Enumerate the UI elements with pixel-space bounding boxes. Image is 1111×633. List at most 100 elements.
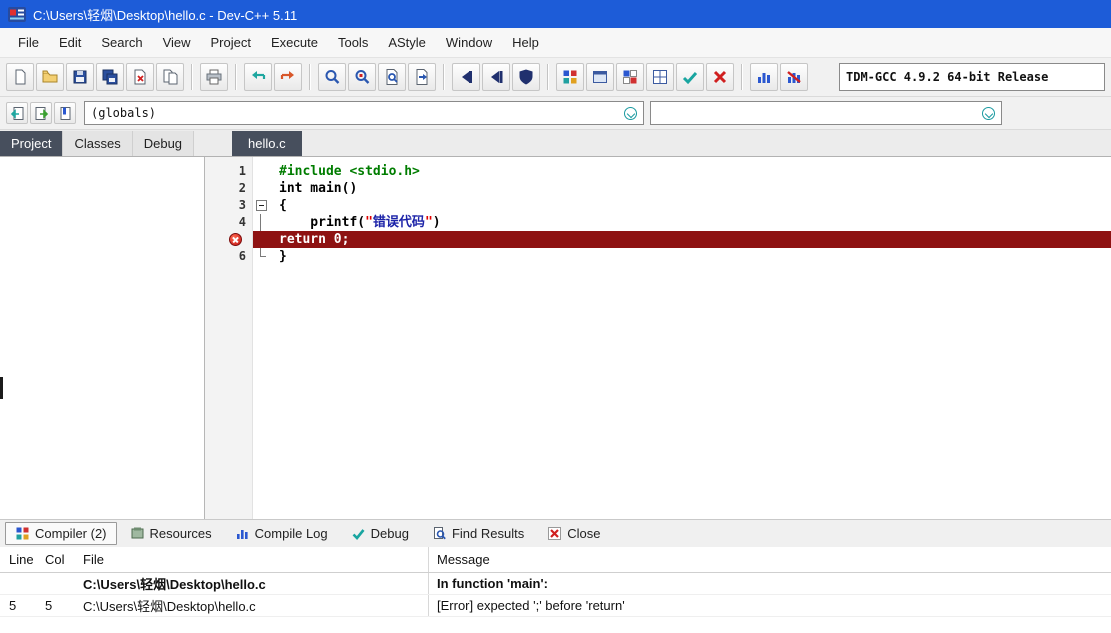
- compile-run-button[interactable]: [512, 63, 540, 91]
- close-all-button[interactable]: [156, 63, 184, 91]
- profile-analysis-button[interactable]: [750, 63, 778, 91]
- devcpp-window: { "window": { "title": "C:\\Users\\轻烟\\D…: [0, 0, 1111, 633]
- fold-margin: [253, 248, 269, 265]
- syntax-check-button[interactable]: [586, 63, 614, 91]
- dropdown-arrow-icon: [624, 107, 637, 120]
- code-editor[interactable]: 1 #include <stdio.h> 2 int main() 3 { 4 …: [205, 157, 1111, 519]
- tab-compiler[interactable]: Compiler (2): [5, 522, 117, 545]
- tab-close-panel-label: Close: [567, 526, 600, 541]
- globals-scope-select[interactable]: (globals): [84, 101, 644, 125]
- line-number: 3: [205, 197, 253, 214]
- tab-debug-report-label: Debug: [371, 526, 409, 541]
- open-folder-icon: [41, 68, 59, 86]
- delete-profiling-button[interactable]: [780, 63, 808, 91]
- menu-tools[interactable]: Tools: [328, 30, 378, 55]
- menu-file[interactable]: File: [8, 30, 49, 55]
- tab-resources[interactable]: Resources: [120, 522, 222, 545]
- code-line[interactable]: 6 }: [205, 248, 1111, 265]
- run-button[interactable]: [482, 63, 510, 91]
- tab-compile-log-label: Compile Log: [255, 526, 328, 541]
- menu-project[interactable]: Project: [201, 30, 261, 55]
- clean-button[interactable]: [616, 63, 644, 91]
- editor-tab-hello-c[interactable]: hello.c: [232, 131, 302, 156]
- profile-window-button[interactable]: [646, 63, 674, 91]
- close-file-button[interactable]: [126, 63, 154, 91]
- save-button[interactable]: [66, 63, 94, 91]
- code-line[interactable]: 4 printf("错误代码"): [205, 214, 1111, 231]
- menu-view[interactable]: View: [153, 30, 201, 55]
- debug-button[interactable]: [676, 63, 704, 91]
- save-all-button[interactable]: [96, 63, 124, 91]
- tab-project[interactable]: Project: [0, 131, 63, 156]
- redo-button[interactable]: [274, 63, 302, 91]
- menu-astyle[interactable]: AStyle: [378, 30, 436, 55]
- toolbar-separator: [309, 64, 311, 90]
- tab-find-results-label: Find Results: [452, 526, 524, 541]
- tab-close-panel[interactable]: Close: [537, 522, 610, 545]
- toolbar-separator: [235, 64, 237, 90]
- new-file-button[interactable]: [6, 63, 34, 91]
- close-all-icon: [161, 68, 179, 86]
- line-number: 2: [205, 180, 253, 197]
- nav-forward-button[interactable]: [30, 102, 52, 124]
- code-text: return 0;: [279, 232, 349, 247]
- fold-margin: [253, 231, 269, 248]
- close-panel-icon: [547, 526, 562, 541]
- code-string-quote: ": [425, 215, 433, 230]
- cell-col: 5: [45, 598, 83, 613]
- compiler-profile-select[interactable]: TDM-GCC 4.9.2 64-bit Release: [839, 63, 1105, 91]
- cell-line: 5: [0, 598, 45, 613]
- code-text: main(): [302, 181, 357, 196]
- results-header-row: Line Col File Message: [0, 547, 1111, 573]
- code-line[interactable]: 1 #include <stdio.h>: [205, 163, 1111, 180]
- undo-icon: [249, 68, 267, 86]
- compile-button[interactable]: [452, 63, 480, 91]
- rebuild-icon: [561, 68, 579, 86]
- header-message: Message: [428, 547, 1111, 572]
- cell-file: C:\Users\轻烟\Desktop\hello.c: [83, 574, 428, 593]
- nav-back-icon: [10, 106, 25, 121]
- error-code-line[interactable]: return 0;: [205, 231, 1111, 248]
- abort-button[interactable]: [706, 63, 734, 91]
- save-floppy-icon: [71, 68, 89, 86]
- tab-compile-log[interactable]: Compile Log: [225, 522, 338, 545]
- find-in-files-button[interactable]: [378, 63, 406, 91]
- print-button[interactable]: [200, 63, 228, 91]
- goto-declaration-button[interactable]: [54, 102, 76, 124]
- rebuild-button[interactable]: [556, 63, 584, 91]
- compiler-results: Line Col File Message C:\Users\轻烟\Deskto…: [0, 547, 1111, 617]
- header-file: File: [83, 552, 428, 567]
- debug-tab-check-icon: [351, 526, 366, 541]
- goto-line-button[interactable]: [408, 63, 436, 91]
- main-area: 1 #include <stdio.h> 2 int main() 3 { 4 …: [0, 157, 1111, 519]
- menu-search[interactable]: Search: [91, 30, 152, 55]
- tab-debug-report[interactable]: Debug: [341, 522, 419, 545]
- table-row[interactable]: 5 5 C:\Users\轻烟\Desktop\hello.c [Error] …: [0, 595, 1111, 617]
- tab-find-results[interactable]: Find Results: [422, 522, 534, 545]
- search-icon: [323, 68, 341, 86]
- nav-back-button[interactable]: [6, 102, 28, 124]
- undo-button[interactable]: [244, 63, 272, 91]
- replace-button[interactable]: [348, 63, 376, 91]
- menu-edit[interactable]: Edit: [49, 30, 91, 55]
- code-text: ): [433, 215, 441, 230]
- menu-help[interactable]: Help: [502, 30, 549, 55]
- code-line[interactable]: 3 {: [205, 197, 1111, 214]
- tab-classes[interactable]: Classes: [63, 131, 132, 156]
- fold-margin: [253, 180, 269, 197]
- tab-debug[interactable]: Debug: [133, 131, 194, 156]
- new-file-icon: [11, 68, 29, 86]
- find-button[interactable]: [318, 63, 346, 91]
- code-keyword: int: [279, 181, 302, 196]
- dropdown-arrow-icon: [982, 107, 995, 120]
- fold-collapse-icon[interactable]: [256, 200, 267, 211]
- splitter-handle[interactable]: [0, 377, 3, 399]
- open-file-button[interactable]: [36, 63, 64, 91]
- table-row[interactable]: C:\Users\轻烟\Desktop\hello.c In function …: [0, 573, 1111, 595]
- menu-window[interactable]: Window: [436, 30, 502, 55]
- members-select[interactable]: [650, 101, 1002, 125]
- code-line[interactable]: 2 int main(): [205, 180, 1111, 197]
- header-col: Col: [45, 552, 83, 567]
- error-gutter-cell: [205, 231, 253, 248]
- menu-execute[interactable]: Execute: [261, 30, 328, 55]
